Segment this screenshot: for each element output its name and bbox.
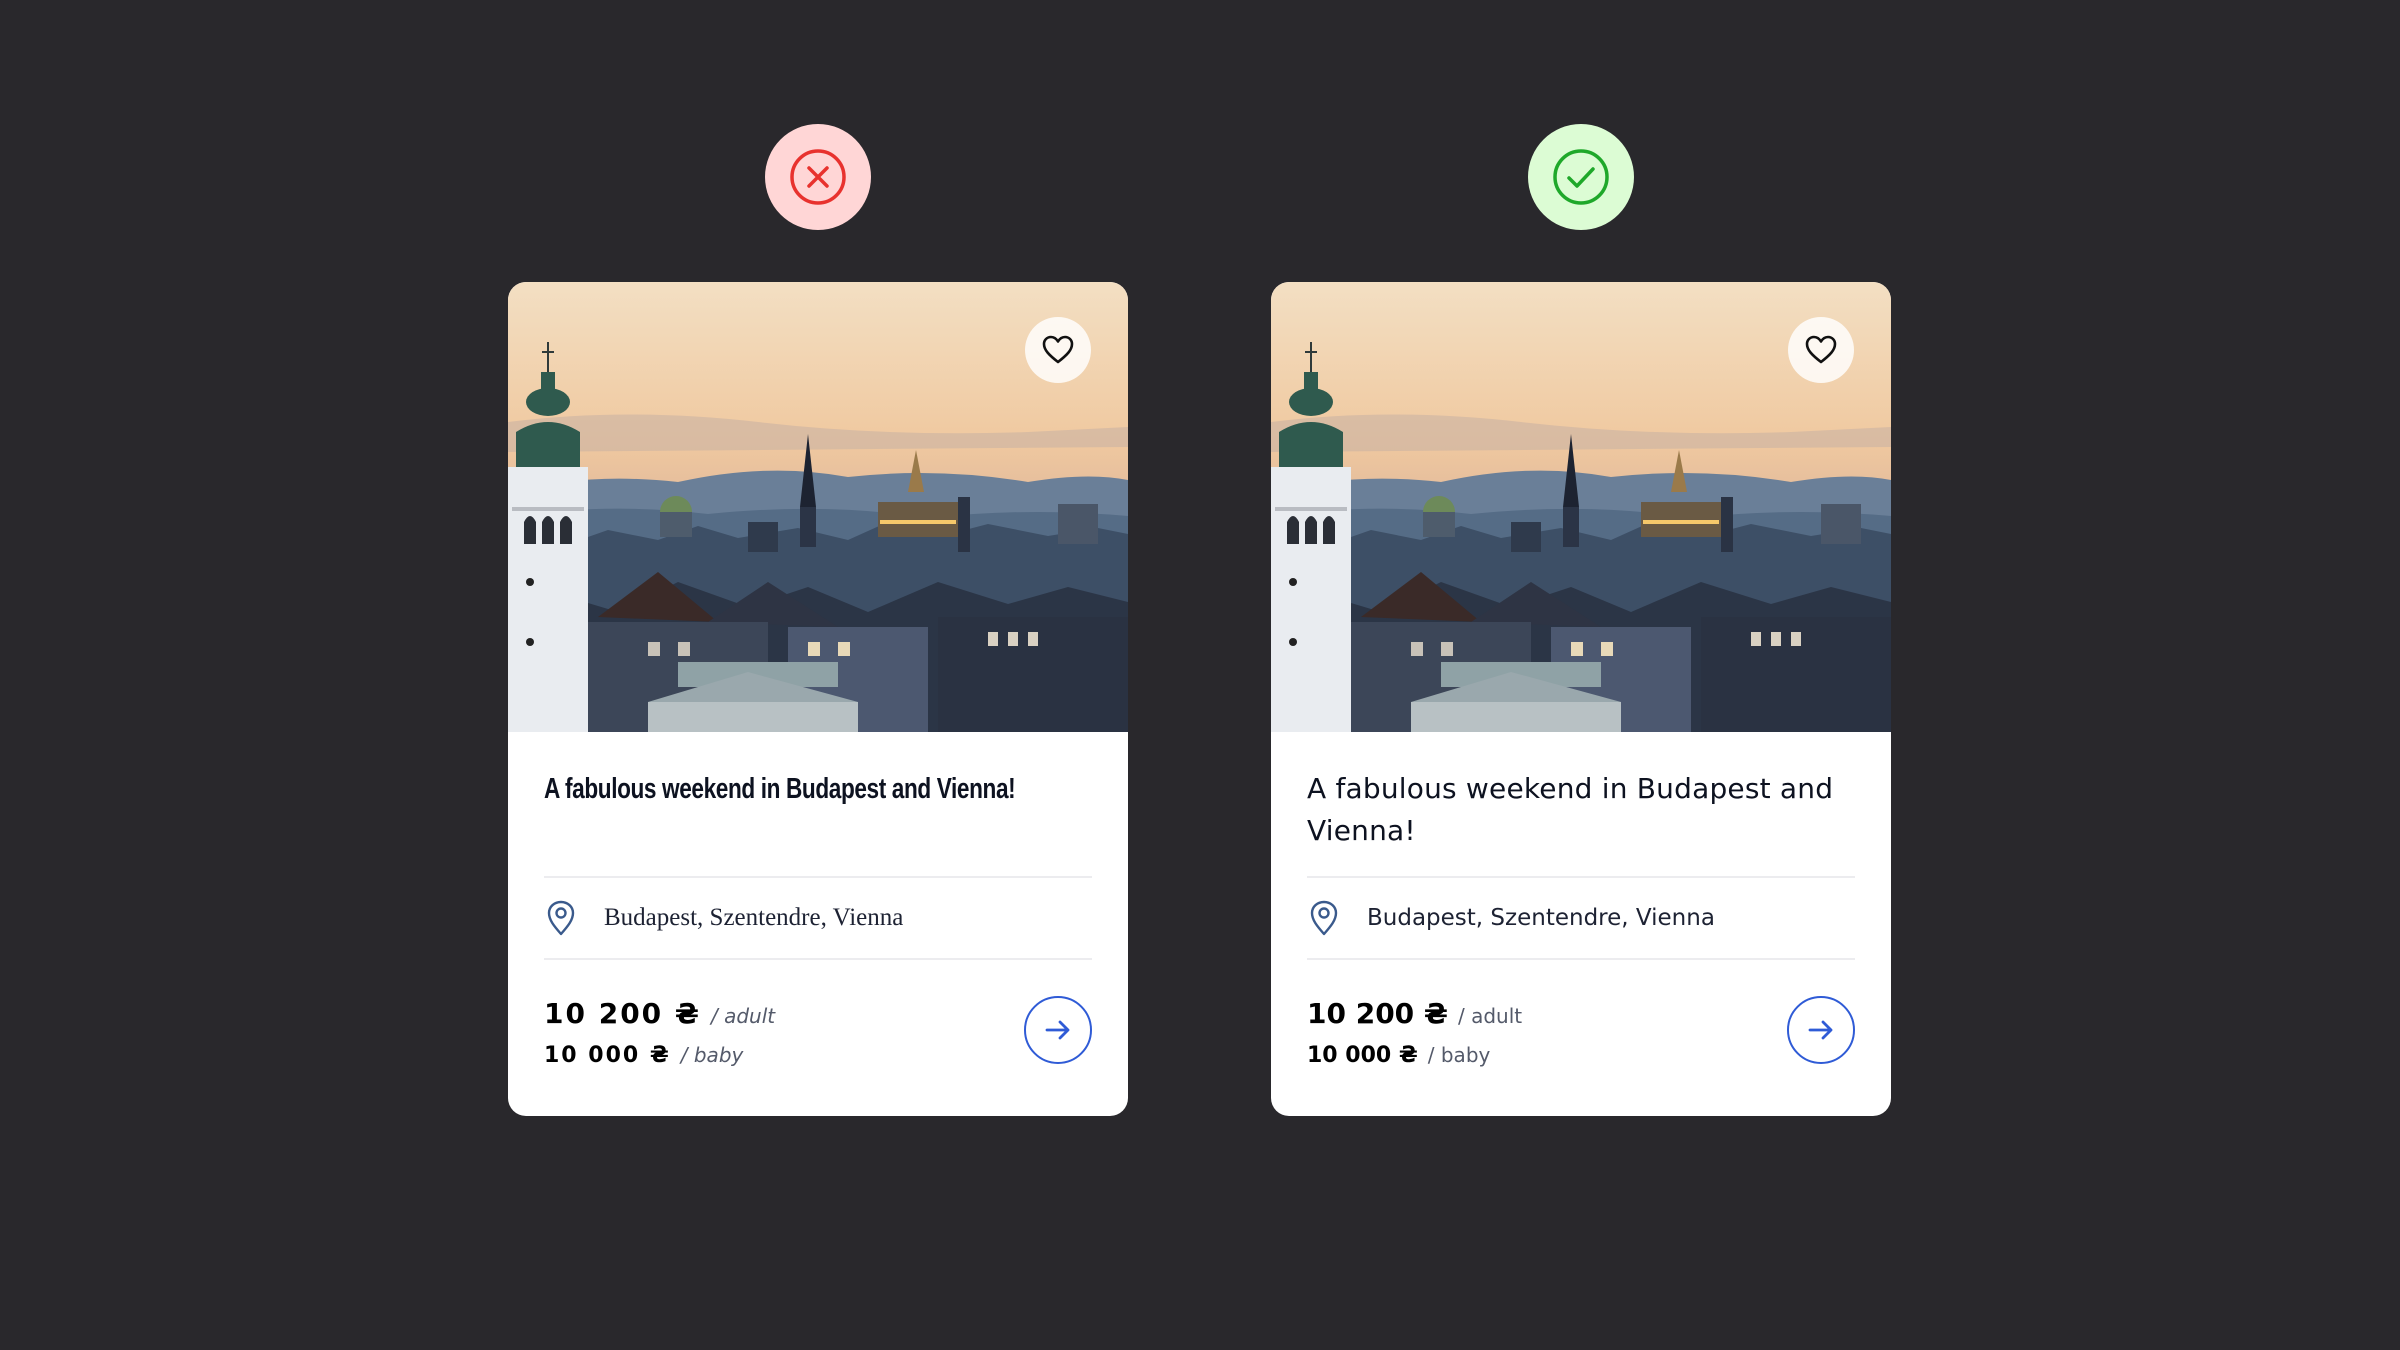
divider: [544, 958, 1092, 960]
favorite-button[interactable]: [1788, 317, 1854, 383]
map-pin-icon: [547, 900, 575, 936]
map-pin-icon: [1310, 900, 1338, 936]
price-baby-unit: / baby: [1427, 1043, 1491, 1067]
location-row: Budapest, Szentendre, Vienna: [544, 878, 1092, 958]
price-baby: 10 000 ₴: [544, 1043, 671, 1068]
price-adult: 10 200 ₴: [544, 997, 701, 1030]
tour-title: A fabulous weekend in Budapest and Vienn…: [544, 773, 1016, 805]
tour-card-incorrect[interactable]: A fabulous weekend in Budapest and Vienn…: [508, 282, 1128, 1116]
heart-icon: [1042, 335, 1074, 364]
favorite-button[interactable]: [1025, 317, 1091, 383]
price-baby-row: 10 000 ₴ / baby: [1307, 1042, 1490, 1068]
check-circle-icon: [1553, 149, 1609, 205]
price-adult-row: 10 200 ₴ / adult: [544, 997, 775, 1030]
price-adult-unit: / adult: [710, 1004, 776, 1028]
heart-icon: [1805, 335, 1837, 364]
price-adult-unit: / adult: [1457, 1004, 1523, 1028]
price-adult: 10 200 ₴: [1307, 997, 1448, 1030]
tour-title: A fabulous weekend in Budapest and Vienn…: [1307, 772, 1834, 847]
open-tour-button[interactable]: [1787, 996, 1855, 1064]
location-row: Budapest, Szentendre, Vienna: [1307, 878, 1855, 958]
price-baby-unit: / baby: [680, 1043, 744, 1067]
open-tour-button[interactable]: [1024, 996, 1092, 1064]
location-text: Budapest, Szentendre, Vienna: [604, 904, 904, 931]
incorrect-badge: [765, 124, 871, 230]
correct-badge: [1528, 124, 1634, 230]
price-adult-row: 10 200 ₴ / adult: [1307, 997, 1522, 1030]
x-circle-icon: [790, 149, 846, 205]
price-baby: 10 000 ₴: [1307, 1043, 1418, 1068]
tour-card-correct[interactable]: A fabulous weekend in Budapest and Vienn…: [1271, 282, 1891, 1116]
location-text: Budapest, Szentendre, Vienna: [1367, 905, 1715, 931]
divider: [1307, 958, 1855, 960]
arrow-right-icon: [1808, 1020, 1833, 1040]
arrow-right-icon: [1045, 1020, 1070, 1040]
price-baby-row: 10 000 ₴ / baby: [544, 1042, 743, 1068]
